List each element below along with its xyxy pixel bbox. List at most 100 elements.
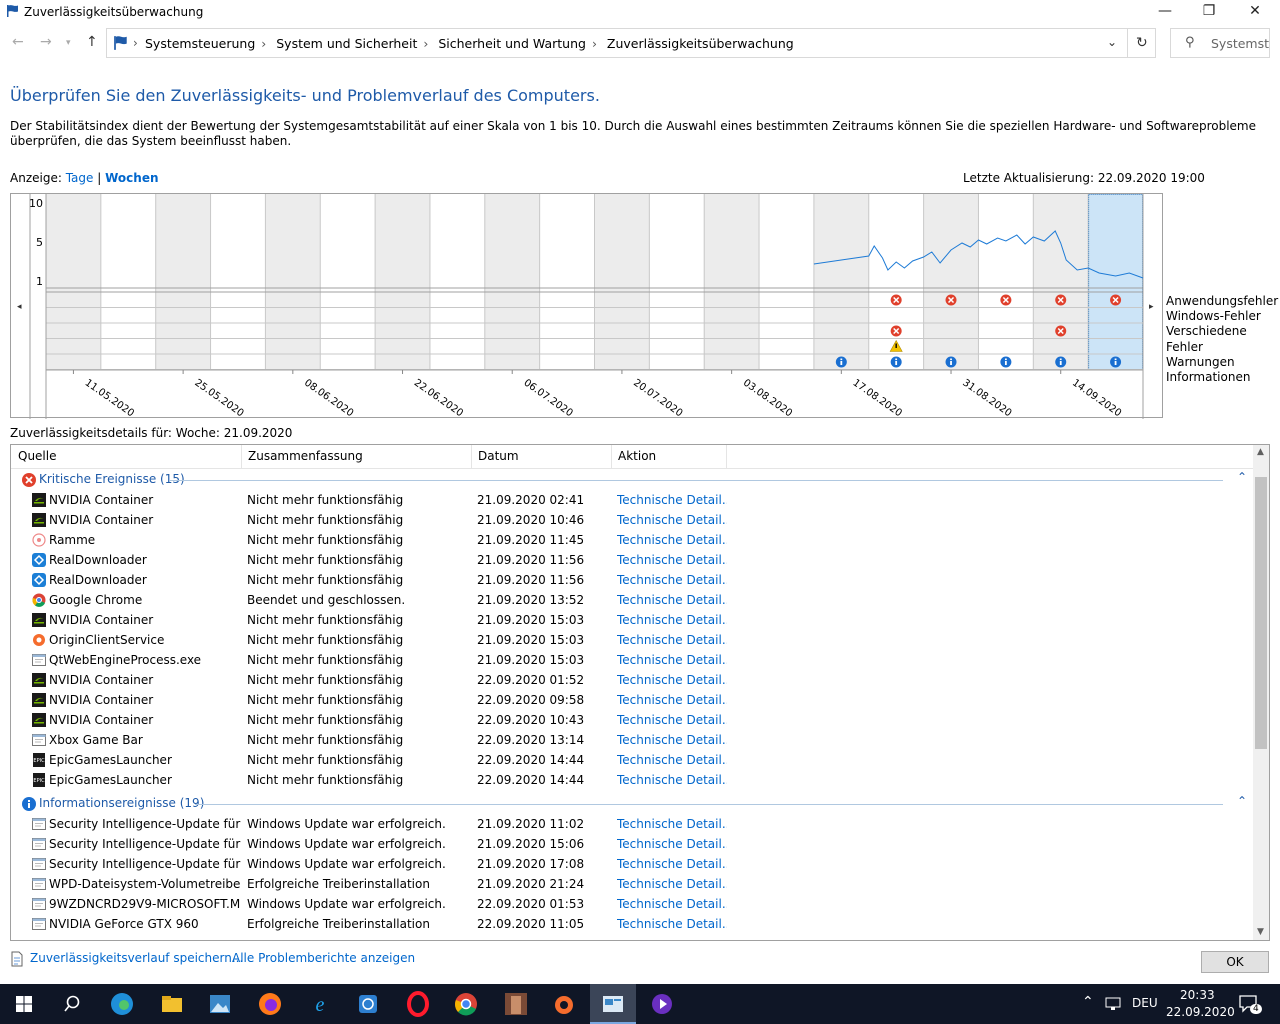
technical-details-link[interactable]: Technische Detail... — [617, 753, 727, 767]
table-row[interactable]: NVIDIA Container Nicht mehr funktionsfähi… — [11, 610, 1255, 630]
file-explorer-icon[interactable] — [158, 990, 186, 1018]
chrome-icon[interactable] — [452, 990, 480, 1018]
firefox-icon[interactable] — [256, 990, 284, 1018]
technical-details-link[interactable]: Technische Detail... — [617, 653, 727, 667]
technical-details-link[interactable]: Technische Detail... — [617, 693, 727, 707]
table-row[interactable]: NVIDIA Container Nicht mehr funktionsfähi… — [11, 670, 1255, 690]
chart-column[interactable] — [1033, 194, 1089, 370]
all-reports-link[interactable]: Alle Problemberichte anzeigen — [232, 951, 415, 965]
minimize-button[interactable]: — — [1142, 0, 1188, 24]
table-row[interactable]: NVIDIA GeForce GTX 960 Erfolgreiche Treib… — [11, 914, 1255, 934]
back-arrow-icon[interactable]: ← — [12, 34, 24, 50]
technical-details-link[interactable]: Technische Detail... — [617, 733, 727, 747]
table-row[interactable]: Security Intelligence-Update für M... Win… — [11, 834, 1255, 854]
chart-column[interactable] — [155, 194, 211, 370]
chart-column[interactable] — [429, 194, 485, 370]
language-indicator[interactable]: DEU — [1132, 996, 1158, 1010]
technical-details-link[interactable]: Technische Detail... — [617, 513, 727, 527]
chart-column[interactable] — [539, 194, 595, 370]
up-arrow-icon[interactable]: ↑ — [86, 34, 98, 50]
table-row[interactable]: Google Chrome Beendet und geschlossen. 21.… — [11, 590, 1255, 610]
photos-icon[interactable] — [206, 990, 234, 1018]
table-row[interactable]: NVIDIA Container Nicht mehr funktionsfähi… — [11, 490, 1255, 510]
scrollbar-thumb[interactable] — [1255, 477, 1267, 749]
group-header[interactable]: Kritische Ereignisse (15) ⌃ — [19, 470, 1249, 490]
dropdown-chevron-icon[interactable]: ⌄ — [1107, 35, 1117, 49]
breadcrumb-item[interactable]: Systemsteuerung — [145, 36, 255, 51]
scroll-up-icon[interactable]: ▲ — [1257, 447, 1264, 457]
technical-details-link[interactable]: Technische Detail... — [617, 633, 727, 647]
search-input[interactable]: ⚲ Systemst... — [1170, 28, 1270, 58]
table-row[interactable]: NVIDIA Container Nicht mehr funktionsfähi… — [11, 510, 1255, 530]
ok-button[interactable]: OK — [1201, 951, 1269, 973]
breadcrumb-item[interactable]: System und Sicherheit — [276, 36, 417, 51]
technical-details-link[interactable]: Technische Detail... — [617, 877, 727, 891]
table-row[interactable]: NVIDIA Container Nicht mehr funktionsfähi… — [11, 710, 1255, 730]
windows-start-icon[interactable] — [10, 990, 38, 1018]
origin-icon[interactable] — [550, 990, 578, 1018]
chart-column[interactable] — [320, 194, 376, 370]
chart-column[interactable] — [649, 194, 705, 370]
address-bar[interactable]: › Systemsteuerung › System und Sicherheit… — [106, 28, 1156, 58]
media-player-icon[interactable] — [648, 990, 676, 1018]
selected-column[interactable] — [1088, 194, 1143, 370]
technical-details-link[interactable]: Technische Detail... — [617, 917, 727, 931]
technical-details-link[interactable]: Technische Detail... — [617, 857, 727, 871]
chart-column[interactable] — [375, 194, 430, 370]
refresh-icon[interactable]: ↻ — [1136, 35, 1148, 51]
chart-column[interactable] — [265, 194, 321, 370]
column-divider[interactable] — [471, 445, 472, 469]
view-weeks-link[interactable]: Wochen — [105, 171, 158, 185]
opera-icon[interactable] — [404, 990, 432, 1018]
internet-explorer-icon[interactable]: e — [306, 990, 334, 1018]
reliability-chart[interactable]: 10 5 1 ◂ ▸ 11.05.2020 25.05.2020 08.06.2020 22.0… — [10, 193, 1164, 419]
column-divider[interactable] — [611, 445, 612, 469]
chart-canvas[interactable]: 10 5 1 ◂ ▸ 11.05.2020 25.05.2020 08.06.2020 22.0… — [11, 194, 1164, 419]
table-row[interactable]: Ramme Nicht mehr funktionsfähig 21.09.2020… — [11, 530, 1255, 550]
technical-details-link[interactable]: Technische Detail... — [617, 553, 727, 567]
app-icon[interactable] — [354, 990, 382, 1018]
chart-column[interactable] — [704, 194, 760, 370]
technical-details-link[interactable]: Technische Detail... — [617, 897, 727, 911]
forward-arrow-icon[interactable]: → — [40, 34, 52, 50]
table-row[interactable]: Xbox Game Bar Nicht mehr funktionsfähig 22… — [11, 730, 1255, 750]
chart-column[interactable] — [978, 194, 1034, 370]
network-icon[interactable] — [1104, 996, 1122, 1012]
vertical-scrollbar[interactable]: ▲ ▼ — [1253, 445, 1269, 940]
game-icon[interactable] — [502, 990, 530, 1018]
column-divider[interactable] — [241, 445, 242, 469]
technical-details-link[interactable]: Technische Detail... — [617, 593, 727, 607]
technical-details-link[interactable]: Technische Detail... — [617, 493, 727, 507]
technical-details-link[interactable]: Technische Detail... — [617, 773, 727, 787]
maximize-button[interactable]: ❐ — [1186, 0, 1232, 24]
chart-column[interactable] — [594, 194, 650, 370]
scroll-left-icon[interactable]: ◂ — [17, 302, 22, 312]
table-row[interactable]: 9WZDNCRD29V9-MICROSOFT.MI... Windows Upda… — [11, 894, 1255, 914]
chart-column[interactable] — [210, 194, 266, 370]
group-header[interactable]: Informationsereignisse (19) ⌃ — [19, 794, 1249, 814]
column-divider[interactable] — [726, 445, 727, 469]
technical-details-link[interactable]: Technische Detail... — [617, 573, 727, 587]
technical-details-link[interactable]: Technische Detail... — [617, 817, 727, 831]
technical-details-link[interactable]: Technische Detail... — [617, 713, 727, 727]
clock-time[interactable]: 20:33 — [1180, 988, 1215, 1002]
chart-column[interactable] — [759, 194, 814, 370]
clock-date[interactable]: 22.09.2020 — [1166, 1005, 1235, 1019]
technical-details-link[interactable]: Technische Detail... — [617, 673, 727, 687]
chart-column[interactable] — [923, 194, 979, 370]
column-header-summary[interactable]: Zusammenfassung — [248, 449, 363, 463]
table-row[interactable]: Security Intelligence-Update für M... Win… — [11, 854, 1255, 874]
table-row[interactable]: EPIC EpicGamesLauncher Nicht mehr funktion… — [11, 770, 1255, 790]
chart-column[interactable] — [813, 194, 869, 370]
view-days-link[interactable]: Tage — [66, 171, 94, 185]
technical-details-link[interactable]: Technische Detail... — [617, 533, 727, 547]
scroll-down-icon[interactable]: ▼ — [1257, 927, 1264, 937]
close-button[interactable]: ✕ — [1232, 0, 1278, 24]
scroll-right-icon[interactable]: ▸ — [1149, 302, 1154, 312]
column-header-source[interactable]: Quelle — [18, 449, 56, 463]
technical-details-link[interactable]: Technische Detail... — [617, 837, 727, 851]
table-row[interactable]: OriginClientService Nicht mehr funktionsf… — [11, 630, 1255, 650]
breadcrumb-item[interactable]: Sicherheit und Wartung — [438, 36, 586, 51]
table-row[interactable]: RealDownloader Nicht mehr funktionsfähig 2… — [11, 570, 1255, 590]
table-row[interactable]: EPIC EpicGamesLauncher Nicht mehr funktion… — [11, 750, 1255, 770]
